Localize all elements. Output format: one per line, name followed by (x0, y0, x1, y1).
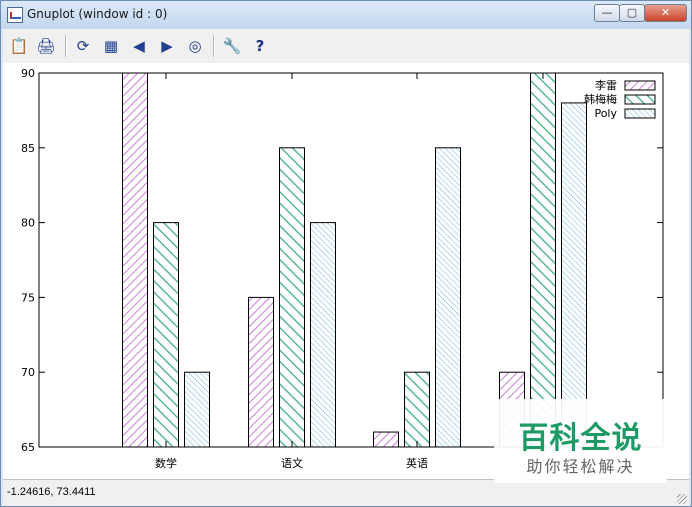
toolbar-separator (65, 35, 67, 57)
toolbar-separator (213, 35, 215, 57)
mouse-coordinates: -1.24616, 73.4411 (7, 486, 96, 498)
y-tick-label: 65 (21, 441, 35, 454)
window-title: Gnuplot (window id : 0) (27, 7, 168, 21)
bar (373, 431, 399, 448)
resize-grip[interactable] (677, 494, 687, 504)
bar (561, 102, 587, 448)
print-icon[interactable]: 🖨 (36, 36, 56, 56)
legend-swatch (624, 80, 656, 91)
y-tick-label: 85 (21, 142, 35, 155)
bar (279, 147, 305, 448)
zoom-previous-icon[interactable]: ◀ (129, 36, 149, 56)
gnuplot-app-icon (7, 7, 23, 23)
legend-swatch (624, 94, 656, 105)
bar (530, 72, 556, 448)
title-bar[interactable]: Gnuplot (window id : 0) — ▢ ✕ (1, 1, 691, 29)
autoscale-icon[interactable]: ◎ (185, 36, 205, 56)
bar (184, 371, 210, 448)
options-icon[interactable]: 🔧 (222, 36, 242, 56)
bar (153, 222, 179, 448)
x-tick-label: 语文 (281, 456, 303, 470)
bar (404, 371, 430, 448)
legend-swatch (624, 108, 656, 119)
maximize-button[interactable]: ▢ (619, 4, 645, 22)
toolbar: 📋 🖨 ⟳ ▦ ◀ ▶ ◎ 🔧 ? (3, 29, 689, 64)
watermark-subtitle: 助你轻松解决 (526, 457, 635, 476)
legend-label: 韩梅梅 (584, 92, 617, 106)
close-button[interactable]: ✕ (644, 4, 687, 22)
y-tick-label: 75 (21, 291, 35, 304)
y-tick-label: 70 (21, 366, 35, 379)
grid-icon[interactable]: ▦ (101, 36, 121, 56)
bar (122, 72, 148, 448)
watermark: 百科全说 助你轻松解决 (494, 399, 667, 483)
legend-label: 李雷 (595, 78, 617, 92)
bar (248, 296, 274, 448)
zoom-next-icon[interactable]: ▶ (157, 36, 177, 56)
gnuplot-window: Gnuplot (window id : 0) — ▢ ✕ 📋 🖨 ⟳ ▦ ◀ … (0, 0, 692, 507)
status-bar: -1.24616, 73.4411 (3, 479, 689, 506)
watermark-title: 百科全说 (518, 421, 643, 456)
y-tick-label: 90 (21, 67, 35, 80)
clipboard-icon[interactable]: 📋 (9, 36, 29, 56)
legend-label: Poly (594, 107, 617, 120)
minimize-button[interactable]: — (594, 4, 620, 22)
help-icon[interactable]: ? (250, 36, 270, 56)
y-tick-label: 80 (21, 217, 35, 230)
x-tick-label: 数学 (155, 456, 177, 470)
x-tick-label: 英语 (406, 456, 428, 470)
bar (435, 147, 461, 448)
replot-icon[interactable]: ⟳ (73, 36, 93, 56)
bar (310, 222, 336, 448)
